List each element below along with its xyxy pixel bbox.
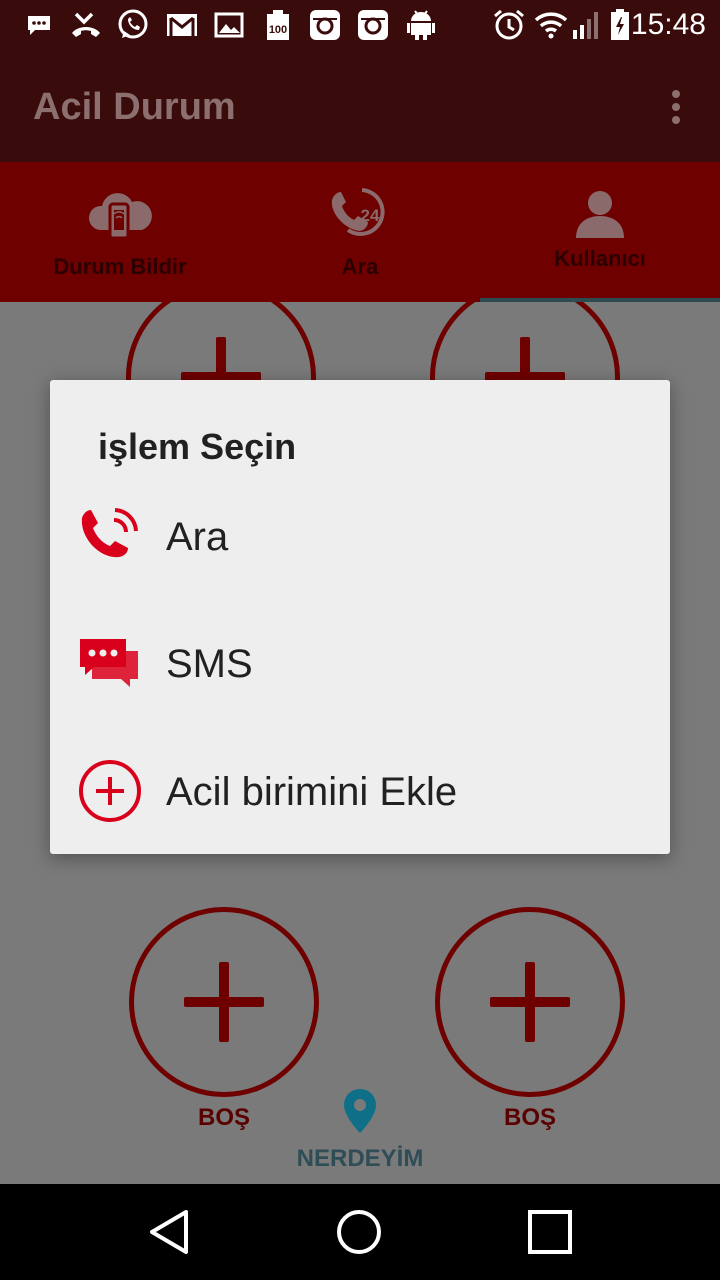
- message-icon: [26, 10, 52, 40]
- tab-label: Durum Bildir: [53, 254, 187, 279]
- add-circle-icon: [78, 759, 142, 823]
- tab-bar: Durum Bildir 24 Ara Kullanıcı: [0, 162, 720, 302]
- slot-label: BOŞ: [197, 1104, 250, 1131]
- instagram-icon: [356, 10, 390, 40]
- cloud-phone-icon: [86, 190, 154, 247]
- battery-icon: [610, 9, 630, 40]
- tab-label: Kullanıcı: [554, 246, 646, 271]
- add-contact-button[interactable]: [435, 907, 625, 1097]
- alarm-icon: [492, 9, 526, 40]
- more-vert-icon[interactable]: [672, 90, 680, 124]
- dialog-item-ara[interactable]: Ara: [50, 481, 670, 591]
- app-title: Acil Durum: [33, 86, 236, 128]
- missed-call-icon: [70, 10, 102, 40]
- signal-icon: [572, 10, 602, 40]
- status-time: 15:48: [630, 8, 706, 41]
- instagram-icon: [308, 10, 342, 40]
- gmail-icon: [166, 10, 198, 40]
- chat-bubbles-icon: [78, 631, 142, 695]
- action-dialog: işlem Seçin Ara SMS Acil birimini Ekle: [50, 380, 670, 854]
- dialog-title: işlem Seçin: [98, 426, 297, 467]
- tab-kullanici[interactable]: Kullanıcı: [480, 162, 720, 302]
- phone-24-icon: 24: [326, 184, 394, 251]
- where-am-i-button[interactable]: NERDEYİM: [280, 1145, 440, 1173]
- dialog-item-label: SMS: [166, 642, 253, 686]
- tab-durum-bildir[interactable]: Durum Bildir: [0, 162, 240, 302]
- whatsapp-icon: [116, 9, 150, 40]
- home-icon[interactable]: [335, 1208, 383, 1256]
- dialog-item-label: Ara: [166, 515, 229, 559]
- dialog-item-sms[interactable]: SMS: [50, 608, 670, 718]
- dialog-item-label: Acil birimini Ekle: [166, 770, 458, 814]
- dialog-item-add-unit[interactable]: Acil birimini Ekle: [50, 736, 670, 846]
- tab-ara[interactable]: 24 Ara: [240, 162, 480, 302]
- user-icon: [574, 188, 626, 245]
- app-bar: Acil Durum: [0, 50, 720, 162]
- back-icon[interactable]: [146, 1208, 194, 1256]
- location-pin-icon[interactable]: [342, 1087, 378, 1140]
- status-bar: 100 15:48: [0, 0, 720, 50]
- phone-call-icon: [78, 504, 142, 568]
- recents-icon[interactable]: [526, 1208, 574, 1256]
- battery-saver-icon: 100: [264, 10, 292, 40]
- add-contact-button[interactable]: [129, 907, 319, 1097]
- android-icon: [406, 10, 436, 40]
- system-nav-bar: [0, 1184, 720, 1280]
- svg-text:100: 100: [269, 24, 287, 36]
- tab-label: Ara: [341, 254, 379, 279]
- wifi-icon: [534, 10, 568, 40]
- gallery-icon: [214, 10, 244, 40]
- slot-label: BOŞ: [503, 1104, 556, 1131]
